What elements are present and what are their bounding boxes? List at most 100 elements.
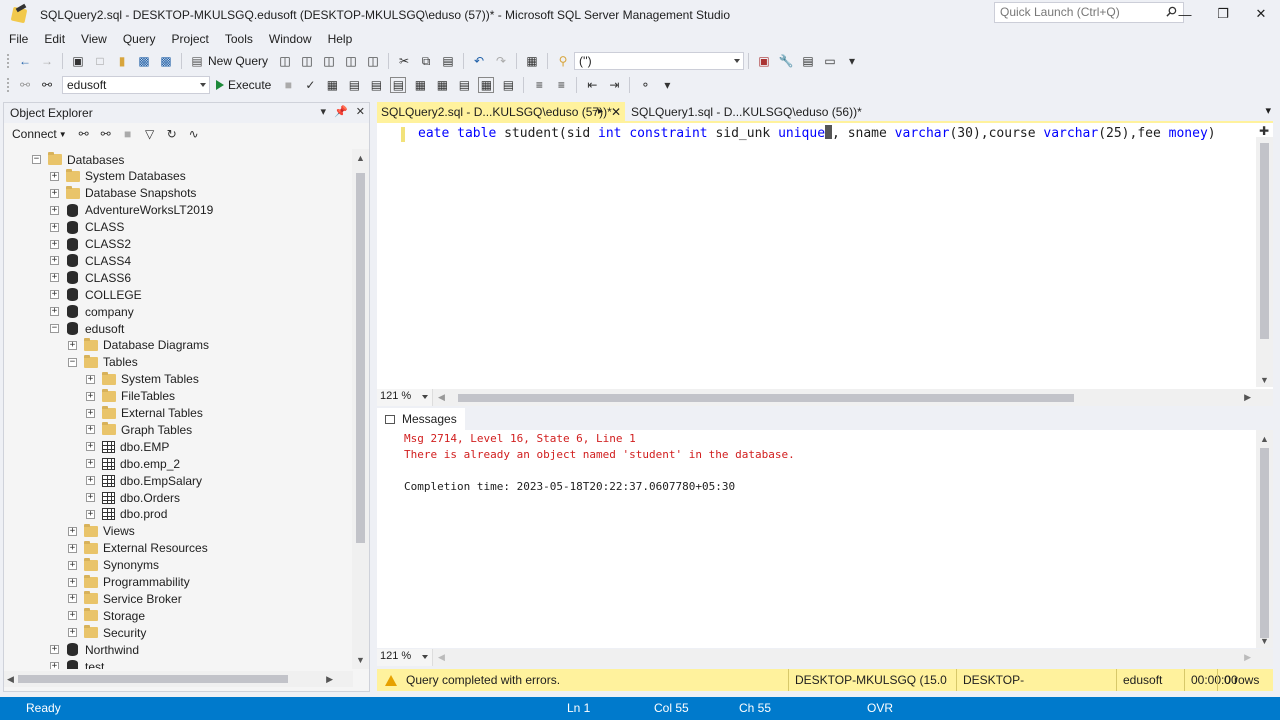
scroll-down-icon[interactable]: ▼ bbox=[1260, 375, 1269, 385]
registered-servers-icon[interactable]: ▣ bbox=[756, 53, 772, 69]
expand-icon[interactable]: + bbox=[50, 307, 59, 317]
new-query-button[interactable]: New Query bbox=[208, 54, 268, 68]
scroll-down-icon[interactable]: ▼ bbox=[1260, 636, 1269, 646]
client-stats-icon[interactable]: ▦ bbox=[434, 77, 450, 93]
tree-node[interactable]: + CLASS2 bbox=[50, 236, 131, 253]
tree-node[interactable]: + Storage bbox=[68, 607, 145, 624]
dax-query-icon[interactable]: ◫ bbox=[365, 53, 381, 69]
expand-icon[interactable]: + bbox=[50, 256, 59, 266]
tree-node[interactable]: + System Tables bbox=[86, 371, 199, 388]
tree-node[interactable]: + Graph Tables bbox=[86, 421, 192, 438]
expand-icon[interactable]: + bbox=[86, 391, 95, 401]
messages-zoom-combo[interactable]: 121 % bbox=[377, 649, 433, 666]
toolbar-grip[interactable] bbox=[6, 53, 10, 69]
execute-button[interactable]: Execute bbox=[228, 78, 271, 92]
menu-help[interactable]: Help bbox=[322, 32, 359, 46]
close-window-button[interactable]: ✕ bbox=[1242, 0, 1280, 28]
tree-node[interactable]: + Views bbox=[68, 523, 135, 540]
messages-vscroll[interactable]: ▲ ▼ bbox=[1256, 430, 1273, 648]
expand-icon[interactable]: + bbox=[50, 171, 59, 181]
code-line-1[interactable]: eate table student(sid int constraint si… bbox=[418, 125, 1216, 141]
expand-icon[interactable]: + bbox=[50, 188, 59, 198]
tree-node[interactable]: + test bbox=[50, 658, 104, 669]
estimated-plan-icon[interactable]: ▦ bbox=[324, 77, 340, 93]
window-layout-icon[interactable]: ▭ bbox=[822, 53, 838, 69]
tab-sqlquery2[interactable]: SQLQuery2.sql - D...KULSGQ\eduso (57))* … bbox=[377, 102, 625, 121]
menu-tools[interactable]: Tools bbox=[219, 32, 259, 46]
expand-icon[interactable]: + bbox=[50, 273, 59, 283]
close-tab-icon[interactable]: ✕ bbox=[611, 105, 621, 119]
mdx-query-icon[interactable]: ◫ bbox=[299, 53, 315, 69]
tree-node[interactable]: + AdventureWorksLT2019 bbox=[50, 202, 213, 219]
scroll-thumb[interactable] bbox=[1260, 143, 1269, 339]
expand-icon[interactable]: + bbox=[50, 662, 59, 669]
undo-icon[interactable]: ↶ bbox=[471, 53, 487, 69]
tree-node[interactable]: + External Resources bbox=[68, 540, 208, 557]
panel-options-icon[interactable]: ▾ bbox=[321, 105, 327, 118]
disconnect-plug-icon[interactable]: ⚯ bbox=[98, 126, 114, 142]
redo-icon[interactable]: ↷ bbox=[493, 53, 509, 69]
pin-icon[interactable]: 📌 bbox=[334, 105, 348, 118]
messages-pane[interactable]: Msg 2714, Level 16, State 6, Line 1 Ther… bbox=[377, 430, 1273, 648]
open-file-icon[interactable]: ▮ bbox=[114, 53, 130, 69]
tree-node[interactable]: + CLASS6 bbox=[50, 269, 131, 286]
minimize-button[interactable]: — bbox=[1166, 0, 1204, 28]
expand-icon[interactable]: + bbox=[68, 628, 77, 638]
cut-icon[interactable]: ✂ bbox=[396, 53, 412, 69]
results-to-text-icon[interactable]: ▤ bbox=[456, 77, 472, 93]
new-project-icon[interactable]: ▣ bbox=[70, 53, 86, 69]
scroll-right-icon[interactable]: ▶ bbox=[326, 674, 333, 685]
new-query-icon[interactable]: ▤ bbox=[189, 53, 205, 69]
menu-project[interactable]: Project bbox=[166, 32, 215, 46]
expand-icon[interactable]: + bbox=[50, 222, 59, 232]
connect-button[interactable]: Connect bbox=[12, 127, 57, 141]
connect-plug-icon[interactable]: ⚯ bbox=[76, 126, 92, 142]
expand-icon[interactable]: + bbox=[86, 425, 95, 435]
expand-icon[interactable]: + bbox=[68, 526, 77, 536]
expand-icon[interactable]: + bbox=[86, 442, 95, 452]
collapse-icon[interactable]: − bbox=[68, 357, 77, 367]
toolbar-options-icon[interactable]: ▾ bbox=[844, 53, 860, 69]
messages-hscroll[interactable]: ◀ ▶ bbox=[433, 649, 1273, 666]
tab-overflow-icon[interactable]: ▾ bbox=[1265, 104, 1271, 117]
tree-node[interactable]: − Tables bbox=[68, 354, 138, 371]
expand-icon[interactable]: + bbox=[86, 408, 95, 418]
add-item-icon[interactable]: □ bbox=[92, 53, 108, 69]
tree-node[interactable]: + Service Broker bbox=[68, 590, 182, 607]
menu-view[interactable]: View bbox=[75, 32, 113, 46]
dmx-query-icon[interactable]: ◫ bbox=[321, 53, 337, 69]
scroll-right-icon[interactable]: ▶ bbox=[1244, 652, 1251, 663]
intellisense-icon[interactable]: ▤ bbox=[368, 77, 384, 93]
tree-node[interactable]: + FileTables bbox=[86, 388, 175, 405]
expand-icon[interactable]: + bbox=[86, 476, 95, 486]
toolbar-options-icon[interactable]: ▾ bbox=[659, 77, 675, 93]
scroll-left-icon[interactable]: ◀ bbox=[438, 652, 445, 663]
expand-icon[interactable]: + bbox=[68, 594, 77, 604]
tree-node[interactable]: + Northwind bbox=[50, 641, 139, 658]
refresh-icon[interactable]: ↻ bbox=[164, 126, 180, 142]
tree-node[interactable]: + CLASS bbox=[50, 219, 124, 236]
live-stats-icon[interactable]: ▦ bbox=[412, 77, 428, 93]
expand-icon[interactable]: + bbox=[50, 239, 59, 249]
tree-node[interactable]: + COLLEGE bbox=[50, 286, 142, 303]
scroll-up-icon[interactable]: ▲ bbox=[356, 153, 365, 163]
xmla-query-icon[interactable]: ◫ bbox=[343, 53, 359, 69]
expand-icon[interactable]: + bbox=[50, 290, 59, 300]
tree-node[interactable]: + dbo.Orders bbox=[86, 489, 180, 506]
cancel-query-icon[interactable]: ■ bbox=[280, 77, 296, 93]
stop-icon[interactable]: ■ bbox=[120, 126, 136, 142]
editor-vscroll[interactable]: ▼ bbox=[1256, 137, 1273, 387]
back-icon[interactable]: ← bbox=[17, 53, 33, 69]
change-connection-icon[interactable]: ⚯ bbox=[39, 77, 55, 93]
save-icon[interactable]: ▩ bbox=[136, 53, 152, 69]
expand-icon[interactable]: + bbox=[86, 509, 95, 519]
expand-icon[interactable]: + bbox=[68, 611, 77, 621]
expand-icon[interactable]: + bbox=[68, 577, 77, 587]
editor-hscroll[interactable]: ◀ ▶ bbox=[433, 389, 1273, 406]
tab-sqlquery1[interactable]: SQLQuery1.sql - D...KULSGQ\eduso (56))* bbox=[625, 102, 871, 121]
tree-node[interactable]: − Databases bbox=[32, 151, 124, 168]
pin-tab-icon[interactable]: −▸ bbox=[592, 106, 603, 117]
scroll-left-icon[interactable]: ◀ bbox=[7, 674, 14, 685]
tree-node[interactable]: + Security bbox=[68, 624, 146, 641]
split-editor-icon[interactable]: ✚ bbox=[1257, 125, 1271, 137]
